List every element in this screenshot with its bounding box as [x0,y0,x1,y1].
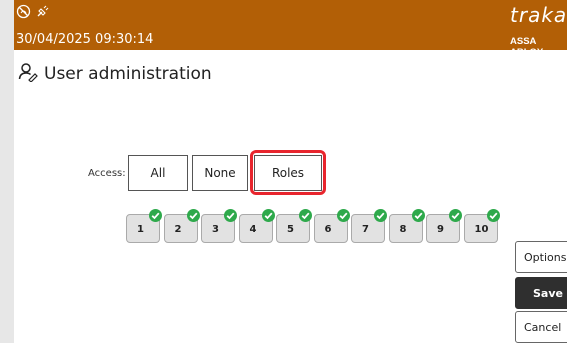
role-tile-1[interactable]: 1 [126,209,162,243]
check-icon [374,209,387,222]
role-tile-6[interactable]: 6 [313,209,350,243]
page-title-row: User administration [18,62,212,86]
role-tile-number: 1 [137,224,144,235]
role-tile-7[interactable]: 7 [351,209,387,243]
window-left-edge [0,0,14,343]
check-icon [411,209,425,222]
check-icon [149,209,162,222]
brand-logo-name: traka [510,3,567,27]
role-tile-2[interactable]: 2 [163,209,200,243]
role-tile-5[interactable]: 5 [276,209,312,243]
access-all-button[interactable]: All [128,155,188,191]
role-tile-number: 3 [212,224,219,235]
role-tile-number: 10 [474,224,489,235]
no-signal-icon [16,4,31,19]
check-icon [299,209,312,222]
check-icon [449,209,462,222]
user-edit-icon [18,62,38,86]
check-icon [486,209,500,222]
role-tile-4[interactable]: 4 [238,209,275,243]
access-none-button[interactable]: None [192,155,248,191]
app-frame: 30/04/2025 09:30:14 traka ASSA ABLOY Use… [14,0,567,343]
header-bar: 30/04/2025 09:30:14 traka ASSA ABLOY [14,0,567,58]
role-tile-10[interactable]: 10 [463,209,500,243]
options-button[interactable]: Options [515,241,567,273]
role-tile-number: 6 [324,224,332,235]
check-icon [261,209,275,222]
brand-logo-sub: ASSA ABLOY [510,36,544,58]
page-title: User administration [44,64,212,84]
unplugged-icon [35,4,49,19]
role-tile-number: 4 [249,224,257,235]
header-datetime: 30/04/2025 09:30:14 [16,32,154,47]
role-tile-number: 7 [362,224,369,235]
role-tile-8[interactable]: 8 [388,209,425,243]
roles-selection-highlight [250,150,326,195]
cancel-button[interactable]: Cancel [515,311,567,343]
check-icon [224,209,237,222]
role-tile-number: 5 [287,224,294,235]
role-tile-number: 9 [437,224,444,235]
status-icons [16,3,49,19]
access-label: Access: [88,168,126,179]
role-tile-3[interactable]: 3 [201,209,237,243]
role-tile-number: 2 [174,224,182,235]
save-button[interactable]: Save [515,277,567,309]
check-icon [186,209,200,222]
role-tile-number: 8 [399,224,407,235]
check-icon [336,209,350,222]
role-tile-9[interactable]: 9 [426,209,462,243]
